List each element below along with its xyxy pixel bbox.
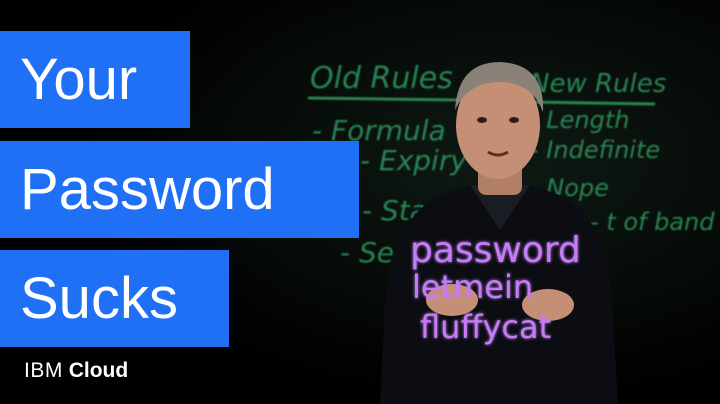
- password-example-3: fluffycat: [420, 308, 551, 346]
- ibm-cloud-logo: IBM Cloud: [24, 360, 128, 381]
- board-right-item-1: - Length: [530, 106, 630, 134]
- password-example-1: password: [410, 230, 581, 271]
- video-thumbnail: Old Rules New Rules - Formula - Expiry -…: [0, 0, 720, 404]
- board-left-item-2: - Expiry: [360, 144, 467, 177]
- board-heading-left: Old Rules: [310, 61, 453, 96]
- title-line-1: Your: [0, 31, 190, 128]
- board-heading-right: New Rules: [530, 69, 666, 99]
- title-line-2: Password: [0, 141, 359, 238]
- board-right-item-2: - Indefinite: [530, 136, 660, 164]
- password-example-2: letmein: [412, 268, 533, 306]
- brand-company: IBM: [24, 359, 63, 382]
- brand-product: Cloud: [68, 359, 129, 382]
- board-left-item-4: - Se: [340, 236, 394, 269]
- title-line-3: Sucks: [0, 250, 229, 347]
- board-right-item-4: - t of band: [590, 208, 715, 236]
